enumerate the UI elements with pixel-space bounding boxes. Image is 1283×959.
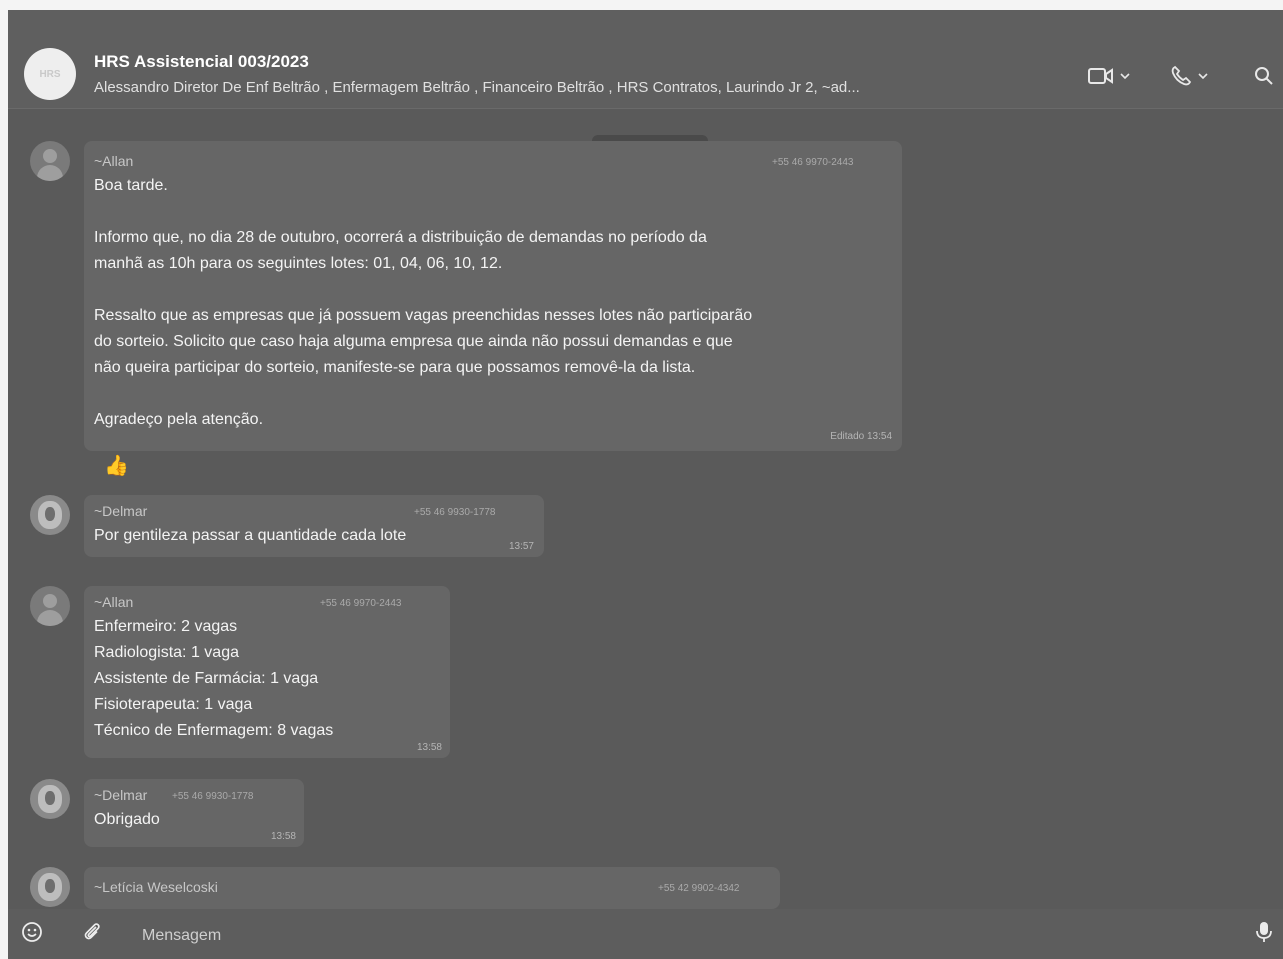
message-text: Por gentileza passar a quantidade cada l… (94, 527, 407, 544)
chevron-down-icon (1198, 72, 1208, 80)
message-line: Ressalto que as empresas que já possuem … (94, 307, 753, 324)
message-time: 13:58 (416, 742, 442, 753)
message-time: 13:58 (270, 831, 296, 842)
message-time: Editado 13:54 (830, 431, 892, 442)
sender-phone: +55 42 9902-4342 (658, 883, 740, 894)
emoji-button[interactable] (20, 921, 44, 948)
message-line: Enfermeiro: 2 vagas (94, 618, 238, 635)
video-call-button[interactable] (1088, 62, 1130, 90)
message-input[interactable] (140, 921, 1194, 951)
search-icon (1254, 66, 1274, 86)
message-line: Radiologista: 1 vaga (94, 644, 239, 661)
chevron-down-icon (1120, 72, 1130, 80)
sender-phone: +55 46 9970-2443 (772, 157, 854, 168)
thumbs-up-reaction[interactable]: 👍 (104, 453, 129, 478)
sender-name[interactable]: ~Letícia Weselcoski (94, 879, 218, 895)
chat-header[interactable]: HRS HRS Assistencial 003/2023 Alessandro… (8, 10, 1283, 109)
sender-name[interactable]: ~Allan (94, 594, 133, 610)
sender-avatar[interactable] (30, 141, 70, 181)
sender-name[interactable]: ~Delmar (94, 787, 147, 803)
group-avatar[interactable]: HRS (24, 48, 76, 100)
group-title[interactable]: HRS Assistencial 003/2023 (94, 52, 309, 72)
sender-avatar[interactable] (30, 867, 70, 907)
message-composer (8, 909, 1283, 959)
video-call-icon (1088, 67, 1114, 85)
sender-name[interactable]: ~Delmar (94, 503, 147, 519)
message-bubble[interactable]: ~Delmar +55 46 9930-1778 Obrigado 13:58 (84, 779, 304, 847)
message-line: Técnico de Enfermagem: 8 vagas (94, 722, 334, 739)
group-avatar-text: HRS (39, 68, 61, 80)
message-line: Agradeço pela atenção. (94, 411, 264, 428)
message-line-blank (94, 199, 894, 225)
sender-phone: +55 46 9930-1778 (414, 507, 496, 518)
message-line: manhã as 10h para os seguintes lotes: 01… (94, 255, 503, 272)
sender-avatar[interactable] (30, 779, 70, 819)
message-line: não queira participar do sorteio, manife… (94, 359, 696, 376)
sender-phone: +55 46 9930-1778 (172, 791, 254, 802)
group-members[interactable]: Alessandro Diretor De Enf Beltrão , Enfe… (94, 79, 1064, 96)
message-bubble[interactable]: ~Letícia Weselcoski +55 42 9902-4342 (84, 867, 780, 909)
sender-phone: +55 46 9970-2443 (320, 598, 402, 609)
message-text: Enfermeiro: 2 vagas Radiologista: 1 vaga… (94, 614, 434, 744)
sender-avatar[interactable] (30, 586, 70, 626)
voice-call-button[interactable] (1170, 62, 1208, 90)
message-time: 13:57 (508, 541, 534, 552)
message-list[interactable]: 23/10/2024 ~Allan +55 46 9970-2443 Boa t… (8, 109, 1283, 958)
message-line: do sorteio. Solicito que caso haja algum… (94, 333, 733, 350)
voice-call-icon (1170, 65, 1192, 87)
message-line: Assistente de Farmácia: 1 vaga (94, 670, 319, 687)
microphone-button[interactable] (1252, 920, 1276, 949)
message-text: Boa tarde. Informo que, no dia 28 de out… (94, 173, 894, 433)
message-bubble[interactable]: ~Allan +55 46 9970-2443 Enfermeiro: 2 va… (84, 586, 450, 758)
message-bubble[interactable]: ~Delmar +55 46 9930-1778 Por gentileza p… (84, 495, 544, 557)
message-line: Informo que, no dia 28 de outubro, ocorr… (94, 229, 707, 246)
message-line-blank (94, 277, 894, 303)
sender-name[interactable]: ~Allan (94, 153, 133, 169)
microphone-icon (1255, 920, 1273, 949)
chat-window: HRS HRS Assistencial 003/2023 Alessandro… (8, 10, 1283, 959)
emoji-icon (21, 921, 43, 948)
attach-button[interactable] (80, 922, 104, 946)
message-line: Boa tarde. (94, 177, 168, 194)
search-button[interactable] (1254, 62, 1274, 90)
message-line-blank (94, 381, 894, 407)
sender-avatar[interactable] (30, 495, 70, 535)
message-text: Obrigado (94, 811, 160, 828)
message-line: Fisioterapeuta: 1 vaga (94, 696, 253, 713)
message-bubble[interactable]: ~Allan +55 46 9970-2443 Boa tarde. Infor… (84, 141, 902, 451)
attach-icon (81, 921, 103, 948)
